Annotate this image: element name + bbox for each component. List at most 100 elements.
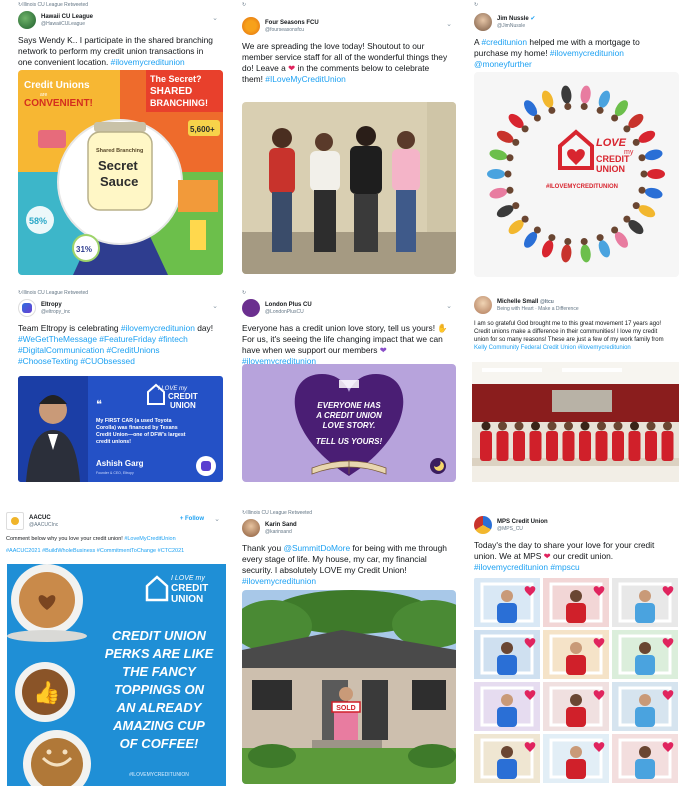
hashtag[interactable]: #ilovemycreditunion bbox=[111, 57, 185, 67]
grid-person bbox=[566, 603, 586, 623]
tweet-michelle-small[interactable]: Michelle Small @ltcu Being with Heart · … bbox=[468, 290, 679, 485]
tweet-image-team-photo[interactable] bbox=[472, 362, 679, 482]
author-name[interactable]: Michelle Small @ltcu bbox=[497, 298, 579, 306]
quote-mark-icon: ❝ bbox=[96, 399, 102, 411]
verified-icon: ✔ bbox=[530, 15, 536, 22]
chevron-down-icon[interactable]: ⌄ bbox=[446, 302, 452, 310]
hashtag[interactable]: #ilovemycreditunion #mpscu bbox=[474, 562, 580, 572]
logo-union: UNION bbox=[170, 401, 196, 410]
hashtag[interactable]: #ilovemycreditunion bbox=[121, 323, 195, 333]
tweet-mps-credit-union[interactable]: MPS Credit Union @MPS_CU Today's the day… bbox=[468, 510, 679, 786]
tweet-aacuc[interactable]: AACUC @AACUCInc + Follow ⌄ Comment below… bbox=[0, 504, 226, 786]
author-name[interactable]: Jim Nussle ✔ bbox=[497, 15, 535, 23]
tweet-four-seasons-fcu[interactable]: Four Seasons FCU @fourseasonsfcu ⌄ We ar… bbox=[236, 2, 458, 277]
ring-person-head bbox=[564, 102, 572, 110]
author-name[interactable]: Hawaii CU League bbox=[41, 13, 93, 21]
avatar[interactable] bbox=[474, 13, 492, 31]
ring-person-head bbox=[640, 170, 648, 178]
author-handle[interactable]: @JimNussle bbox=[497, 23, 535, 30]
avatar[interactable] bbox=[242, 17, 260, 35]
avatar[interactable] bbox=[18, 299, 36, 317]
author-name[interactable]: Four Seasons FCU bbox=[265, 19, 319, 27]
tweet-image-eltropy-card[interactable]: My FIRST CAR (a used Toyota Corolla) was … bbox=[18, 376, 223, 482]
tweet-london-plus-cu[interactable]: London Plus CU @LondonPlusCU ⌄ Everyone … bbox=[236, 290, 458, 485]
stat-percent-a: 58% bbox=[29, 216, 47, 226]
chevron-down-icon[interactable]: ⌄ bbox=[212, 14, 218, 22]
author-handle[interactable]: @AACUCInc bbox=[29, 522, 58, 529]
avatar[interactable] bbox=[474, 516, 492, 534]
hashtag[interactable]: #creditunion bbox=[481, 37, 527, 47]
hashtag[interactable]: #AACUC2021 #BuildWholeBusiness #Commitme… bbox=[6, 548, 184, 554]
grid-person bbox=[635, 707, 655, 727]
heart-line-4: TELL US YOURS! bbox=[316, 437, 383, 446]
avatar[interactable] bbox=[6, 512, 24, 530]
author-name[interactable]: Eltropy bbox=[41, 301, 70, 309]
author-name[interactable]: AACUC bbox=[29, 514, 58, 522]
tweet-image-house-sold[interactable]: SOLD bbox=[242, 590, 456, 784]
author-handle[interactable]: @eltropy_inc bbox=[41, 309, 70, 316]
ring-person-head bbox=[548, 234, 556, 242]
tweet-image-photo-grid[interactable] bbox=[474, 578, 679, 784]
mention[interactable]: Kelly Community Federal Credit Union bbox=[474, 345, 576, 351]
team-member-head bbox=[613, 421, 623, 431]
tweet-image-coffee-perks[interactable]: 👍 I LOVE my CREDIT UNION CREDIT UNION PE… bbox=[7, 564, 226, 786]
perks-line-4: TOPPINGS ON bbox=[114, 682, 205, 697]
ring-person-head bbox=[611, 114, 619, 122]
team-member-head bbox=[630, 421, 639, 431]
tweet-text: Team Eltropy is celebrating #ilovemycred… bbox=[18, 323, 214, 366]
author-handle[interactable]: @ltcu bbox=[540, 299, 554, 305]
tweet-image-infographic[interactable]: Credit Unions are CONVENIENT! The Secret… bbox=[18, 70, 223, 275]
avatar[interactable] bbox=[18, 11, 36, 29]
hashtag[interactable]: #ILoveMyCreditUnion bbox=[265, 74, 346, 84]
tweet-text: I am so grateful God brought me to this … bbox=[474, 321, 664, 351]
author-name[interactable]: London Plus CU bbox=[265, 301, 312, 309]
ring-person-head bbox=[521, 215, 529, 223]
ring-person-head bbox=[623, 125, 631, 133]
author-name[interactable]: MPS Credit Union bbox=[497, 518, 548, 526]
chevron-down-icon[interactable]: ⌄ bbox=[214, 515, 220, 523]
quote-line: Corolla) was financed by Texans bbox=[96, 425, 178, 431]
chevron-down-icon[interactable]: ⌄ bbox=[212, 302, 218, 310]
team-member bbox=[645, 431, 657, 461]
chevron-down-icon[interactable]: ⌄ bbox=[446, 20, 452, 28]
team-member-head bbox=[514, 421, 524, 431]
ring-person-head bbox=[596, 234, 604, 242]
follow-button[interactable]: + Follow bbox=[180, 516, 204, 522]
ring-person-head bbox=[564, 238, 572, 246]
grid-person bbox=[635, 759, 655, 779]
ring-person-head bbox=[506, 154, 514, 162]
logo-ilove: I LOVE my bbox=[171, 575, 205, 582]
mention[interactable]: @SummitDoMore bbox=[283, 543, 350, 553]
tweet-image-staff-photo[interactable] bbox=[242, 102, 456, 274]
aacuc-logo-icon bbox=[11, 517, 19, 525]
avatar[interactable] bbox=[474, 296, 492, 314]
hashtag[interactable]: #ilovemycreditunion bbox=[578, 345, 631, 351]
retweet-label: Illinois CU League Retweeted bbox=[12, 290, 224, 297]
quote-line: credit unions! bbox=[96, 439, 131, 445]
tweet-image-love-story[interactable]: EVERYONE HAS A CREDIT UNION LOVE STORY. … bbox=[242, 364, 456, 482]
tweet-eltropy[interactable]: Illinois CU League Retweeted Eltropy @el… bbox=[12, 290, 224, 485]
hashtag[interactable]: #ilovemycreditunion bbox=[242, 576, 316, 586]
tweet-jim-nussle[interactable]: Jim Nussle ✔ @JimNussle A #creditunion h… bbox=[468, 2, 679, 277]
author-handle[interactable]: @MPS_CU bbox=[497, 526, 548, 533]
avatar[interactable] bbox=[242, 299, 260, 317]
tweet-hawaii-cu-league[interactable]: Illinois CU League Retweeted Hawaii CU L… bbox=[12, 2, 224, 277]
author-handle[interactable]: @LondonPlusCU bbox=[265, 309, 312, 316]
avatar[interactable] bbox=[242, 519, 260, 537]
author-handle[interactable]: @fourseasonsfcu bbox=[265, 27, 319, 34]
grid-person-head bbox=[501, 642, 513, 654]
tweet-karin-sand[interactable]: Illinois CU League Retweeted Karin Sand … bbox=[236, 510, 458, 786]
thumbs-up-icon: 👍 bbox=[33, 680, 60, 705]
hashtag[interactable]: #WeGetTheMessage #FeatureFriday #fintech… bbox=[18, 334, 188, 366]
ring-person-head bbox=[623, 215, 631, 223]
hashtag[interactable]: #LoveMyCreditUnion bbox=[124, 536, 175, 542]
team-member bbox=[546, 431, 558, 461]
author-handle[interactable]: @HawaiiCULeague bbox=[41, 21, 93, 28]
team-member-head bbox=[531, 421, 540, 431]
tweet-text: Today's the day to share your love for y… bbox=[474, 540, 655, 572]
author-name[interactable]: Karin Sand bbox=[265, 521, 297, 529]
author-handle[interactable]: @karinsand bbox=[265, 529, 297, 536]
heart-line-1: EVERYONE HAS bbox=[317, 401, 381, 410]
tweet-image-people-circle[interactable]: LOVE my CREDIT UNION #ILOVEMYCREDITUNION bbox=[474, 72, 679, 277]
tweet-text: Comment below why you love your credit u… bbox=[6, 536, 176, 542]
